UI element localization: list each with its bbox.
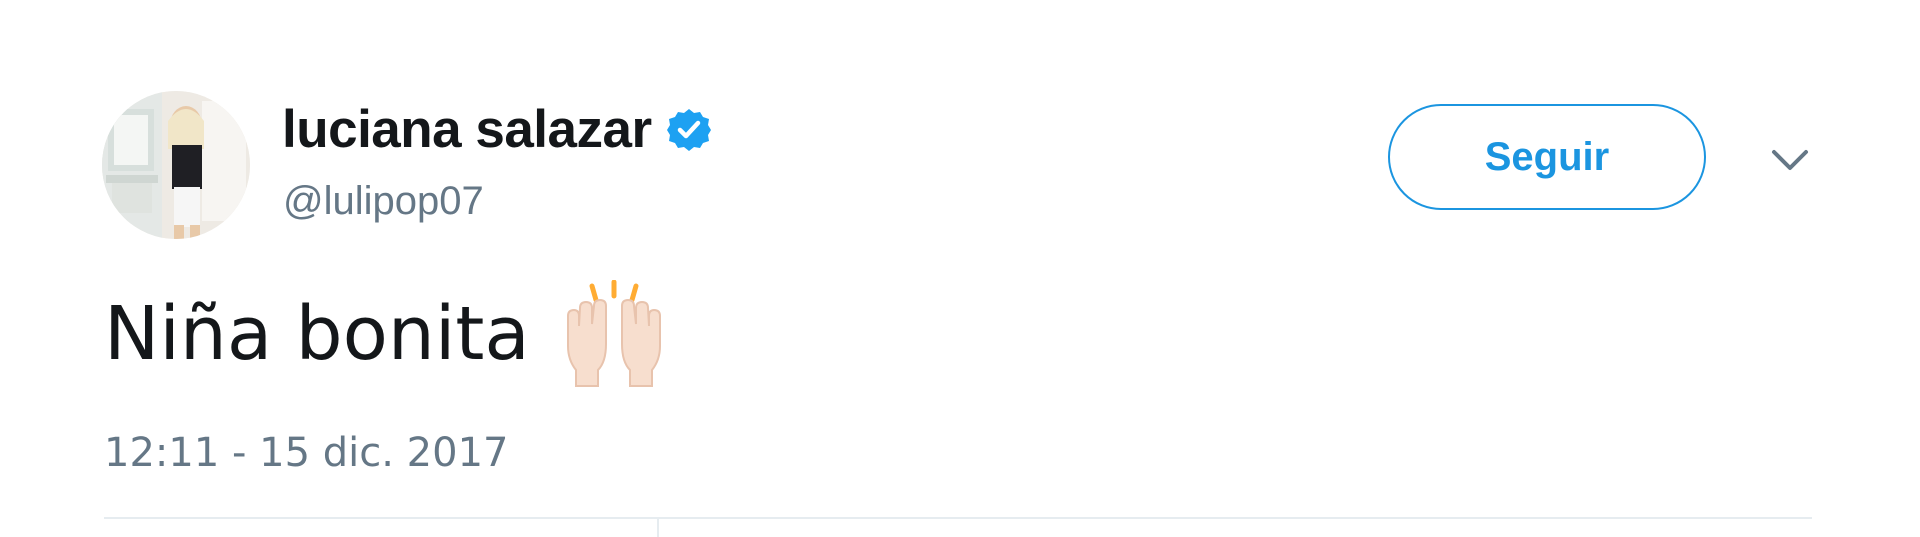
follow-button[interactable]: Seguir	[1388, 104, 1706, 210]
user-handle[interactable]: @lulipop07	[283, 177, 484, 225]
name-row: luciana salazar	[282, 98, 712, 162]
avatar[interactable]	[102, 91, 250, 239]
tweet-body: Niña bonita	[104, 291, 530, 377]
verified-badge-icon	[666, 107, 712, 153]
stats-divider	[657, 519, 659, 537]
chevron-down-icon[interactable]	[1768, 140, 1812, 184]
tweet-timestamp[interactable]: 12:11 - 15 dic. 2017	[104, 428, 508, 478]
display-name[interactable]: luciana salazar	[282, 98, 652, 162]
divider	[104, 517, 1812, 519]
raising-hands-icon	[558, 279, 670, 388]
tweet-text: Niña bonita	[104, 279, 670, 388]
avatar-image	[102, 91, 250, 239]
tweet-card: luciana salazar @lulipop07 Seguir Niña b…	[0, 0, 1920, 537]
